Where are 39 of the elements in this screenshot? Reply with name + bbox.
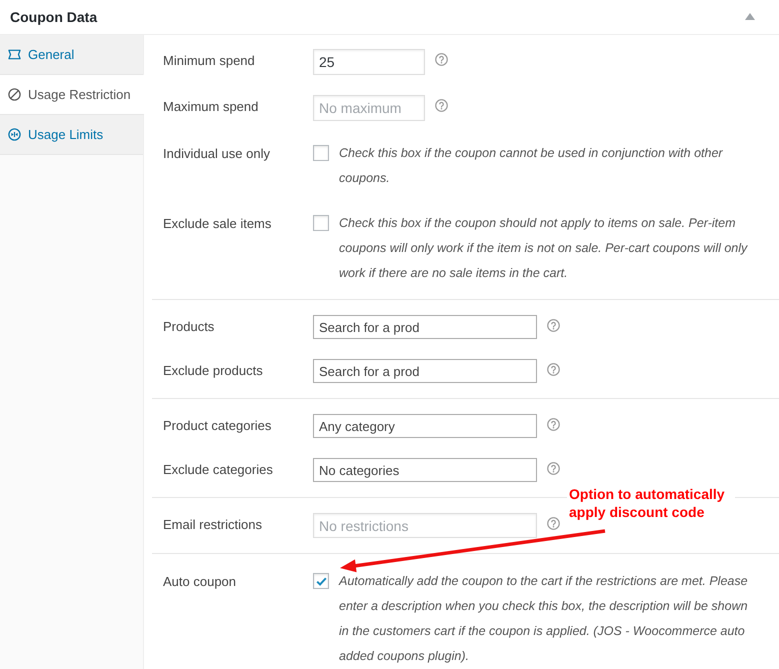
field-label: Individual use only [163,145,271,163]
search-field[interactable]: Any category [313,414,537,438]
help-icon[interactable] [547,363,560,376]
panel-title: Coupon Data [10,8,98,27]
checkbox[interactable] [313,573,329,589]
help-icon[interactable] [547,319,560,332]
text-field[interactable]: No restrictions [313,513,537,538]
help-icon[interactable] [435,99,448,112]
search-field[interactable]: Search for a prod [313,359,537,383]
checkbox-description: Check this box if the coupon cannot be used in conjunction with other coupons. [339,145,724,187]
ticket-icon [8,48,21,61]
help-icon[interactable] [547,462,560,475]
checkbox[interactable] [313,145,329,161]
checkbox[interactable] [313,215,329,231]
help-icon[interactable] [547,517,560,530]
help-icon[interactable] [435,53,448,66]
field-label: Product categories [163,417,272,435]
checkbox-description: Check this box if the coupon should not apply to items on sale. Per-item coupons will only work if the item is not on sale. Per-cart coupons will only work if there are no sale items in the cart. [339,215,749,282]
number-field[interactable]: No maximum [313,95,425,121]
sidebar-tab[interactable]: General [0,35,143,75]
field-label: Maximum spend [163,98,260,116]
checkmark-icon [316,576,326,586]
search-field[interactable]: Search for a prod [313,315,537,339]
field-label: Auto coupon [163,573,238,591]
field-label: Exclude categories [163,461,274,479]
checkbox-description: Automatically add the coupon to the cart if the restrictions are met. Please enter a description when you check this box, the description will be shown in the customers cart if the coupon is applied. (JOS - Woocommerce auto added coupons plugin). [339,573,749,665]
sidebar-tab[interactable]: Usage Limits [0,115,143,155]
field-label: Email restrictions [163,516,263,534]
sidebar-tab[interactable]: Usage Restriction [0,75,144,115]
inward-arrows-icon [8,128,21,141]
help-icon[interactable] [547,418,560,431]
field-label: Products [163,318,216,336]
number-field[interactable]: 25 [313,49,425,75]
search-field[interactable]: No categories [313,458,537,482]
caret-icon[interactable] [745,12,755,20]
field-label: Exclude sale items [163,215,272,233]
field-label: Minimum spend [163,52,256,70]
field-label: Exclude products [163,362,264,380]
prohibition-icon [8,88,21,101]
